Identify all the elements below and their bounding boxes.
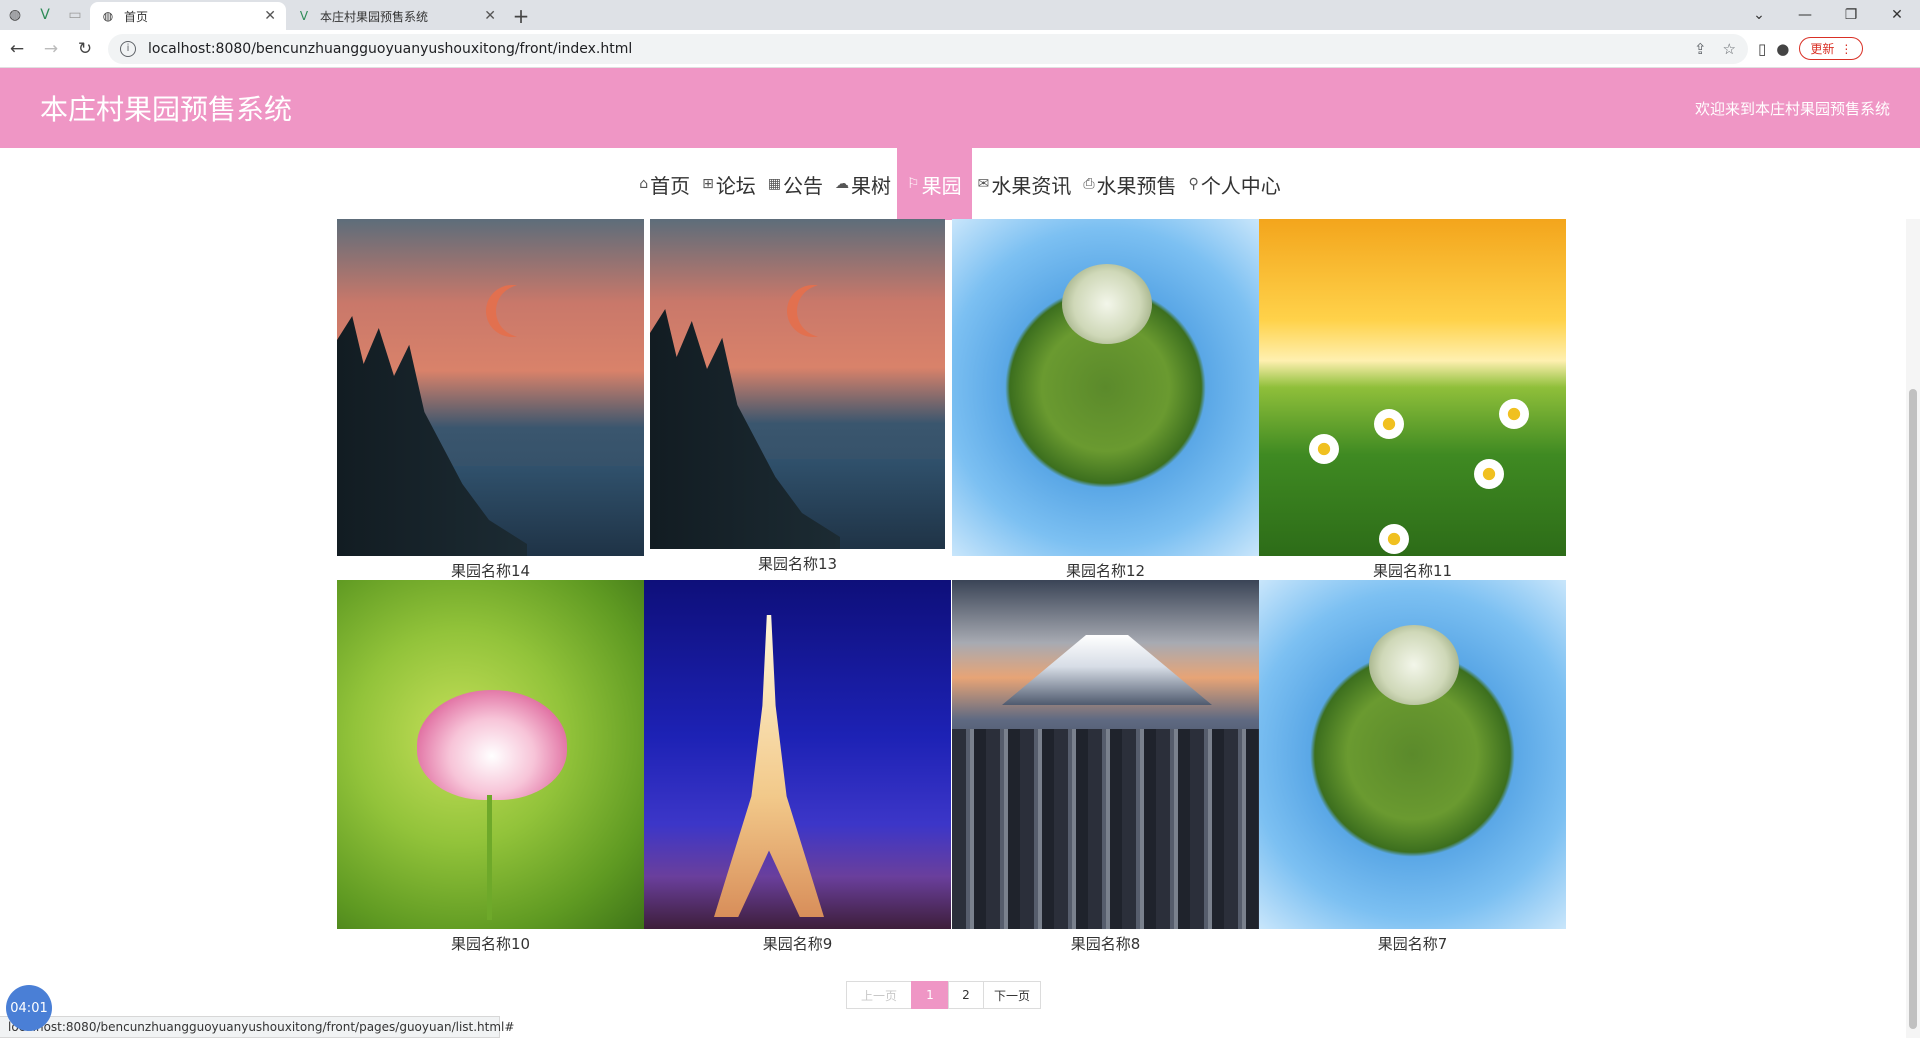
notice-icon: ▦: [767, 176, 782, 192]
nav-item-forum[interactable]: ⊞ 论坛: [696, 148, 762, 220]
main-nav: ⌂ 首页 ⊞ 论坛 ▦ 公告 ☁ 果树 ⚐ 果园 ✉ 水果资讯 ⎙ 水果预售 ⚲ 个人中心: [0, 148, 1920, 220]
close-icon[interactable]: ✕: [264, 8, 276, 24]
browser-tab-active[interactable]: ◍ 首页 ✕: [90, 2, 286, 30]
tab-title: 本庄村果园预售系统: [320, 9, 429, 24]
orchard-card[interactable]: 果园名称10: [337, 580, 644, 954]
nav-item-orchard[interactable]: ⚐ 果园: [897, 148, 972, 220]
nav-label: 公告: [783, 173, 824, 198]
orchard-image[interactable]: [337, 580, 644, 929]
welcome-text: 欢迎来到本庄村果园预售系统: [1694, 99, 1890, 118]
star-icon[interactable]: ☆: [1723, 40, 1736, 58]
nav-item-user-center[interactable]: ⚲ 个人中心: [1183, 148, 1287, 220]
orchard-name[interactable]: 果园名称9: [644, 933, 951, 954]
update-label: 更新: [1810, 42, 1835, 56]
orchard-image[interactable]: [1259, 580, 1566, 929]
close-window-button[interactable]: ✕: [1874, 0, 1920, 30]
orchard-name[interactable]: 果园名称14: [337, 560, 644, 581]
address-bar[interactable]: i localhost:8080/bencunzhuangguoyuanyush…: [108, 33, 1748, 64]
home-icon: ⌂: [639, 176, 649, 192]
orchard-card[interactable]: 果园名称12: [952, 219, 1259, 581]
orchard-card[interactable]: 果园名称9: [644, 580, 951, 954]
orchard-name[interactable]: 果园名称12: [952, 560, 1259, 581]
orchard-name[interactable]: 果园名称11: [1259, 560, 1566, 581]
nav-item-fruit-tree[interactable]: ☁ 果树: [829, 148, 897, 220]
print-icon: ⎙: [1083, 176, 1095, 192]
flag-icon: ⚐: [907, 176, 920, 192]
vue-icon: V: [299, 9, 309, 23]
orchard-image[interactable]: [337, 219, 644, 556]
nav-item-home[interactable]: ⌂ 首页: [633, 148, 696, 220]
close-icon[interactable]: ✕: [484, 8, 496, 24]
orchard-image[interactable]: [952, 219, 1259, 556]
orchard-card[interactable]: 果园名称13: [650, 219, 945, 574]
orchard-image[interactable]: [644, 580, 951, 929]
site-header: 本庄村果园预售系统 欢迎来到本庄村果园预售系统: [0, 68, 1920, 148]
nav-label: 首页: [650, 173, 691, 198]
nav-item-notice[interactable]: ▦ 公告: [762, 148, 829, 220]
prev-page-button[interactable]: 上一页: [846, 981, 912, 1009]
nav-label: 水果资讯: [991, 173, 1072, 198]
forum-icon: ⊞: [702, 176, 714, 192]
orchard-image[interactable]: [1259, 219, 1566, 556]
orchard-card[interactable]: 果园名称7: [1259, 580, 1566, 954]
page-button[interactable]: 2: [948, 981, 984, 1009]
globe-icon: ◍: [102, 9, 114, 23]
sidepanel-icon[interactable]: ▯: [1758, 40, 1766, 58]
orchard-card[interactable]: 果园名称14: [337, 219, 644, 581]
url-text: localhost:8080/bencunzhuangguoyuanyushou…: [148, 40, 633, 57]
cloud-icon: ☁: [835, 176, 850, 192]
new-tab-button[interactable]: +: [506, 2, 536, 30]
nav-label: 个人中心: [1200, 173, 1281, 198]
forward-button[interactable]: →: [34, 32, 68, 66]
info-icon[interactable]: i: [120, 40, 136, 57]
browser-tabstrip: ◍ V ▭ ◍ 首页 ✕ V 本庄村果园预售系统 ✕ + ⌄ — ❐ ✕: [0, 0, 1920, 30]
nav-item-fruit-presale[interactable]: ⎙ 水果预售: [1077, 148, 1182, 220]
pinned-tab-globe-icon[interactable]: ◍: [0, 0, 30, 30]
orchard-card[interactable]: 果园名称11: [1259, 219, 1566, 581]
orchard-name[interactable]: 果园名称8: [952, 933, 1259, 954]
menu-dots-icon: ⋮: [1840, 41, 1853, 56]
nav-item-fruit-news[interactable]: ✉ 水果资讯: [972, 148, 1078, 220]
scrollbar-thumb[interactable]: [1909, 389, 1917, 1029]
window-controls: ⌄ — ❐ ✕: [1736, 0, 1920, 30]
page-button-current[interactable]: 1: [911, 981, 949, 1009]
pagination: 上一页 1 2 下一页: [846, 981, 1041, 1009]
tab-title: 首页: [124, 9, 149, 24]
pinned-tab-vue-icon[interactable]: V: [30, 0, 60, 30]
minimize-button[interactable]: —: [1782, 0, 1828, 30]
restore-button[interactable]: ❐: [1828, 0, 1874, 30]
status-bar: localhost:8080/bencunzhuangguoyuanyushou…: [0, 1016, 514, 1038]
browser-tab[interactable]: V 本庄村果园预售系统 ✕: [286, 2, 506, 30]
update-button[interactable]: 更新 ⋮: [1799, 37, 1864, 60]
timer-badge[interactable]: 04:01: [6, 985, 52, 1031]
status-url: localhost:8080/bencunzhuangguoyuanyushou…: [8, 1020, 515, 1034]
site-title: 本庄村果园预售系统: [40, 93, 293, 126]
page-scrollbar[interactable]: [1906, 219, 1920, 1038]
orchard-card[interactable]: 果园名称8: [952, 580, 1259, 954]
nav-label: 果园: [921, 173, 962, 198]
orchard-image[interactable]: [952, 580, 1259, 929]
browser-toolbar: ← → ↻ i localhost:8080/bencunzhuangguoyu…: [0, 30, 1920, 68]
back-button[interactable]: ←: [0, 32, 34, 66]
share-icon[interactable]: ⇪: [1694, 40, 1707, 58]
reload-button[interactable]: ↻: [68, 32, 102, 66]
user-icon: ⚲: [1188, 176, 1199, 192]
chevron-down-icon[interactable]: ⌄: [1736, 0, 1782, 30]
next-page-button[interactable]: 下一页: [983, 981, 1041, 1009]
orchard-name[interactable]: 果园名称10: [337, 933, 644, 954]
nav-label: 水果预售: [1096, 173, 1177, 198]
profile-icon[interactable]: ●: [1776, 40, 1789, 58]
orchard-name[interactable]: 果园名称7: [1259, 933, 1566, 954]
nav-label: 论坛: [715, 173, 756, 198]
orchard-name[interactable]: 果园名称13: [650, 553, 945, 574]
orchard-image[interactable]: [650, 219, 945, 549]
pinned-tab-blank-icon[interactable]: ▭: [60, 0, 90, 30]
mail-icon: ✉: [977, 176, 990, 192]
nav-label: 果树: [851, 173, 892, 198]
